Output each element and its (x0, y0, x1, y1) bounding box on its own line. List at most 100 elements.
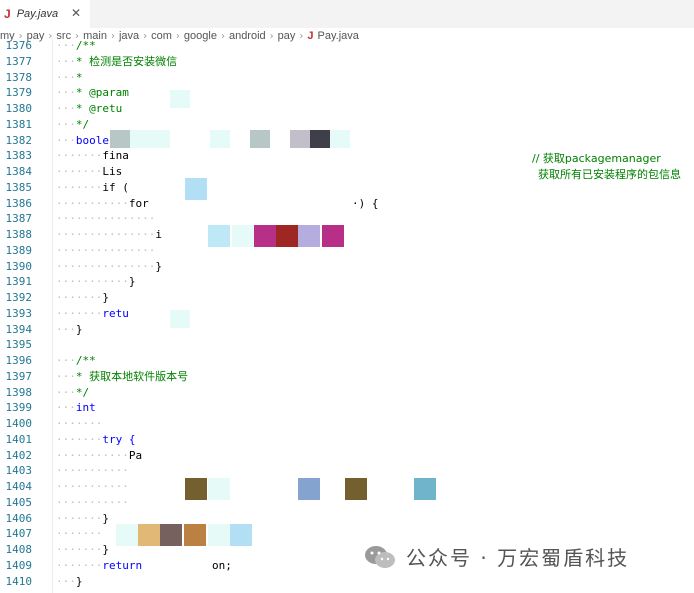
code-text: ···*/ (56, 117, 89, 133)
pixelated-block (110, 130, 130, 148)
code-token: } (102, 511, 109, 525)
pixelated-block (208, 524, 230, 546)
close-icon[interactable]: ✕ (71, 6, 81, 20)
line-number: 1409 (5, 558, 33, 572)
tab-pay-java[interactable]: J Pay.java ✕ (0, 0, 90, 28)
whitespace-dots: ··· (56, 385, 76, 399)
pixelated-block (208, 478, 230, 500)
line-number: 1400 (5, 417, 33, 430)
code-text: ·······fina (56, 148, 129, 164)
line-number: 1381 (5, 117, 33, 131)
code-token: ·) { (352, 196, 379, 210)
line-number: 1378 (5, 70, 33, 84)
code-text: ·······retu (56, 306, 129, 322)
line-number: 1399 (5, 401, 33, 415)
pixelated-block (276, 225, 298, 247)
line-number: 1390 (5, 259, 33, 273)
pixelated-block (345, 478, 367, 500)
whitespace-dots: ··············· (56, 243, 156, 257)
code-text: ···* 检测是否安装微信 (56, 54, 177, 70)
code-line: 1400 ······· (0, 416, 694, 432)
comment-packagemanager: // 获取packagemanager (532, 152, 661, 165)
code-text: ···········Pa (56, 448, 142, 464)
code-text: ···/** (56, 353, 96, 369)
code-text: ···} (56, 574, 83, 590)
code-token: * @param (75, 86, 129, 100)
code-text: ···········for (56, 196, 149, 212)
whitespace-dots: ··· (56, 54, 76, 68)
whitespace-dots: ······· (56, 417, 103, 430)
code-line: 1396 ···/** (0, 353, 694, 369)
code-text: ···········} (56, 274, 135, 290)
code-line: 1403 ··········· (0, 463, 694, 479)
whitespace-dots: ······· (56, 149, 103, 163)
whitespace-dots: ··· (56, 133, 76, 147)
line-number: 1376 (5, 39, 33, 52)
code-token: /** (75, 39, 96, 52)
line-number: 1407 (5, 527, 33, 541)
pixelated-block (170, 310, 190, 328)
code-token: } (102, 543, 109, 556)
code-text: ·······} (56, 511, 109, 527)
code-text: ···} (56, 322, 83, 338)
code-editor[interactable]: 1376 ···/** 1377 ···* 检测是否安装微信 1378 ···* 1379 ·… (0, 38, 694, 593)
code-token: fina (102, 149, 129, 163)
code-token: on; (212, 558, 232, 572)
whitespace-dots: ······· (56, 291, 103, 304)
whitespace-dots: ··········· (56, 448, 129, 462)
tab-bar: J Pay.java ✕ (0, 0, 694, 28)
code-text: ··········· (56, 463, 129, 479)
code-token: Lis (102, 165, 123, 178)
pixelated-block (210, 130, 230, 148)
code-token: */ (75, 117, 90, 131)
code-token: Pa (128, 448, 143, 462)
pixelated-block (184, 524, 206, 546)
tab-label: Pay.java (16, 8, 59, 20)
pixelated-block (290, 130, 310, 148)
line-number: 1392 (5, 291, 33, 304)
code-token: int (75, 401, 96, 415)
code-line: 1401 ·······try { (0, 432, 694, 448)
code-text: ·······Lis (56, 164, 122, 180)
code-text: ···boole (56, 133, 109, 149)
code-token: */ (75, 385, 90, 399)
code-token: if ( (102, 180, 129, 194)
code-line: 1388 ···············i (0, 227, 694, 243)
code-text: ···* @param (56, 85, 129, 101)
code-line: 1397 ···* 获取本地软件版本号 (0, 369, 694, 385)
line-number: 1395 (5, 338, 33, 352)
code-text: ·······try { (56, 432, 135, 448)
code-text: ·······return (56, 558, 142, 574)
code-token: retu (102, 306, 129, 320)
code-token: i (155, 228, 162, 241)
whitespace-dots: ··· (56, 574, 76, 588)
pixelated-block (208, 225, 230, 247)
whitespace-dots: ··············· (56, 259, 156, 273)
whitespace-dots: ··········· (56, 275, 129, 289)
whitespace-dots: ··········· (56, 480, 129, 493)
code-text: ···*/ (56, 385, 89, 401)
code-text: ···* 获取本地软件版本号 (56, 369, 188, 385)
whitespace-dots: ··· (56, 39, 76, 52)
code-token: } (102, 291, 109, 304)
line-number: 1401 (5, 432, 33, 446)
pixelated-block (150, 130, 170, 148)
line-number: 1397 (5, 369, 33, 383)
code-token: return (102, 558, 143, 572)
line-number: 1391 (5, 275, 33, 289)
line-number: 1394 (5, 322, 33, 336)
code-text: ···/** (56, 38, 96, 54)
code-text: ··············· (56, 211, 155, 227)
code-line: 1377 ···* 检测是否安装微信 (0, 54, 694, 70)
code-token: for (128, 196, 149, 210)
code-text: ·······} (56, 290, 109, 306)
code-text: ···* @retu (56, 101, 122, 117)
line-number: 1385 (5, 180, 33, 194)
code-token: boole (75, 133, 109, 147)
pixelated-block (116, 524, 138, 546)
line-number: 1380 (5, 102, 33, 115)
line-number: 1405 (5, 495, 33, 509)
code-text: ·······if ( (56, 180, 129, 196)
whitespace-dots: ··········· (56, 464, 129, 478)
code-line: 1390 ···············} (0, 259, 694, 275)
